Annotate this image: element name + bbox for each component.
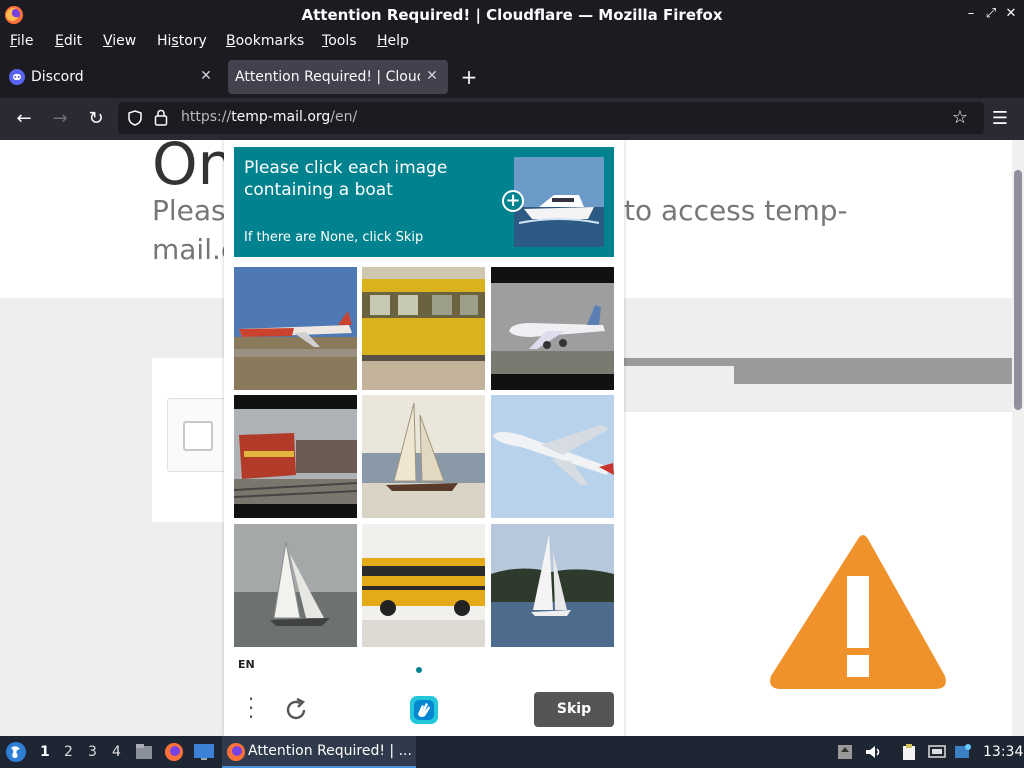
navigation-bar: ← → ↻ https://temp-mail.org/en/ ☆ ☰ xyxy=(0,98,1024,140)
tab-bar: Discord ✕ Attention Required! | Cloudfl … xyxy=(0,56,1024,98)
hcaptcha-logo-icon xyxy=(410,696,438,724)
network-icon[interactable] xyxy=(928,743,946,761)
language-selector[interactable]: EN xyxy=(238,658,255,671)
menu-bar: File Edit View History Bookmarks Tools H… xyxy=(0,30,1024,56)
close-icon[interactable]: ✕ xyxy=(1003,6,1019,22)
challenge-image-4[interactable] xyxy=(234,395,357,518)
challenge-image-7[interactable] xyxy=(234,524,357,647)
close-tab-icon[interactable]: ✕ xyxy=(424,68,440,84)
menu-history[interactable]: History xyxy=(157,33,207,49)
forward-icon[interactable]: → xyxy=(48,107,72,131)
workspace-2[interactable]: 2 xyxy=(64,744,73,760)
new-tab-icon[interactable]: + xyxy=(458,66,480,88)
scrollbar-thumb[interactable] xyxy=(1014,170,1022,410)
page-subtitle-left: Pleas xyxy=(152,194,226,227)
workspace-3[interactable]: 3 xyxy=(88,744,97,760)
desktop-icon[interactable] xyxy=(193,742,215,762)
reload-icon[interactable]: ↻ xyxy=(84,107,108,131)
challenge-hint: If there are None, click Skip xyxy=(244,230,424,245)
challenge-image-9[interactable] xyxy=(491,524,614,647)
menu-view[interactable]: View xyxy=(103,33,136,49)
taskbar-window-firefox[interactable]: Attention Required! | ... xyxy=(222,736,416,768)
notification-icon[interactable] xyxy=(954,743,972,761)
page-indicator-dot xyxy=(416,667,422,673)
challenge-image-8[interactable] xyxy=(362,524,485,647)
maximize-icon[interactable]: ⤢ xyxy=(983,6,999,22)
clock: 13:34 xyxy=(983,744,1024,760)
workspace-4[interactable]: 4 xyxy=(112,744,121,760)
bookmark-star-icon[interactable]: ☆ xyxy=(948,106,972,130)
challenge-image-1[interactable] xyxy=(234,267,357,390)
workspace-1[interactable]: 1 xyxy=(40,744,50,760)
warning-icon xyxy=(770,535,946,689)
close-tab-icon[interactable]: ✕ xyxy=(198,68,214,84)
hcaptcha-challenge: Please click each image containing a boa… xyxy=(224,140,624,736)
challenge-image-2[interactable] xyxy=(362,267,485,390)
challenge-image-6[interactable] xyxy=(491,395,614,518)
window-titlebar: Attention Required! | Cloudflare — Mozil… xyxy=(0,0,1024,30)
challenge-prompt-text: Please click each image containing a boa… xyxy=(244,158,448,200)
taskbar: 1 2 3 4 Attention Required! | ... 13:34 xyxy=(0,736,1024,768)
taskbar-window-label: Attention Required! | ... xyxy=(248,743,412,759)
volume-icon[interactable] xyxy=(864,743,882,761)
page-scrollbar[interactable] xyxy=(1012,140,1024,736)
page-decoration-tab xyxy=(624,366,734,384)
menu-edit[interactable]: Edit xyxy=(55,33,82,49)
window-title: Attention Required! | Cloudflare — Mozil… xyxy=(301,6,723,24)
challenge-image-grid xyxy=(234,267,614,647)
file-manager-icon[interactable] xyxy=(134,742,154,762)
challenge-prompt: Please click each image containing a boa… xyxy=(234,147,614,257)
menu-tools[interactable]: Tools xyxy=(322,33,357,49)
url-bar[interactable]: https://temp-mail.org/en/ ☆ xyxy=(118,102,984,134)
back-icon[interactable]: ← xyxy=(12,107,36,131)
start-menu-icon[interactable] xyxy=(5,741,27,763)
hamburger-menu-icon[interactable]: ☰ xyxy=(988,107,1012,131)
url-text[interactable]: https://temp-mail.org/en/ xyxy=(181,109,357,125)
menu-bookmarks[interactable]: Bookmarks xyxy=(226,33,304,49)
page-heading: On xyxy=(152,140,235,198)
firefox-launcher-icon[interactable] xyxy=(164,742,184,762)
tab-cloudflare[interactable]: Attention Required! | Cloudfl ✕ xyxy=(228,60,448,94)
tab-label: Discord xyxy=(31,69,84,85)
human-verify-checkbox[interactable] xyxy=(183,421,213,451)
minimize-icon[interactable]: – xyxy=(963,6,979,22)
skip-button[interactable]: Skip xyxy=(534,692,614,727)
challenge-image-5[interactable] xyxy=(362,395,485,518)
example-boat-image[interactable] xyxy=(514,157,604,247)
lock-icon[interactable] xyxy=(154,109,168,126)
challenge-image-3[interactable] xyxy=(491,267,614,390)
clipboard-icon[interactable] xyxy=(900,743,918,761)
expand-example-icon[interactable]: + xyxy=(502,190,524,212)
tab-discord[interactable]: Discord ✕ xyxy=(0,60,224,94)
shield-icon[interactable] xyxy=(127,110,143,126)
firefox-icon xyxy=(227,743,245,761)
tab-label: Attention Required! | Cloudfl xyxy=(235,69,420,85)
refresh-challenge-icon[interactable] xyxy=(282,696,310,724)
more-options-icon[interactable]: · · · xyxy=(244,689,258,727)
discord-icon xyxy=(9,69,25,85)
page-subtitle-right: to access temp- xyxy=(624,194,848,227)
menu-help[interactable]: Help xyxy=(377,33,409,49)
tray-updates-icon[interactable] xyxy=(836,743,854,761)
menu-file[interactable]: File xyxy=(10,33,33,49)
